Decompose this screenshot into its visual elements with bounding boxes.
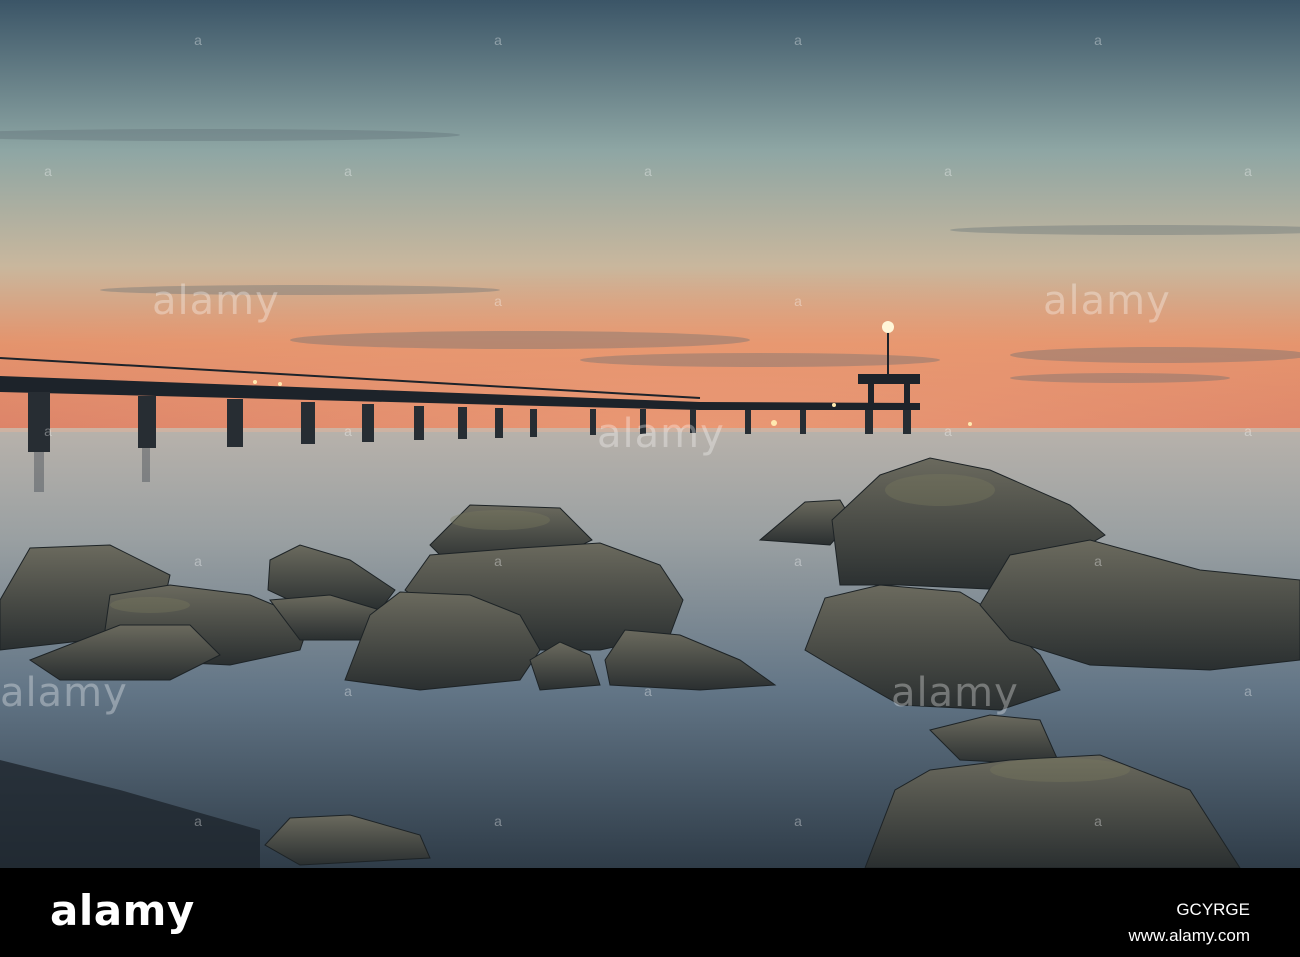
seascape-image	[0, 0, 1300, 868]
site-url-link[interactable]: www.alamy.com	[1128, 926, 1250, 946]
image-id: GCYRGE	[1176, 900, 1250, 919]
alamy-logo[interactable]: alamy	[50, 886, 195, 935]
stock-footer-bar: alamy GCYRGE www.alamy.com	[0, 868, 1300, 957]
photo: alamy alamy alamy alamy alamy a a a a a …	[0, 0, 1300, 868]
